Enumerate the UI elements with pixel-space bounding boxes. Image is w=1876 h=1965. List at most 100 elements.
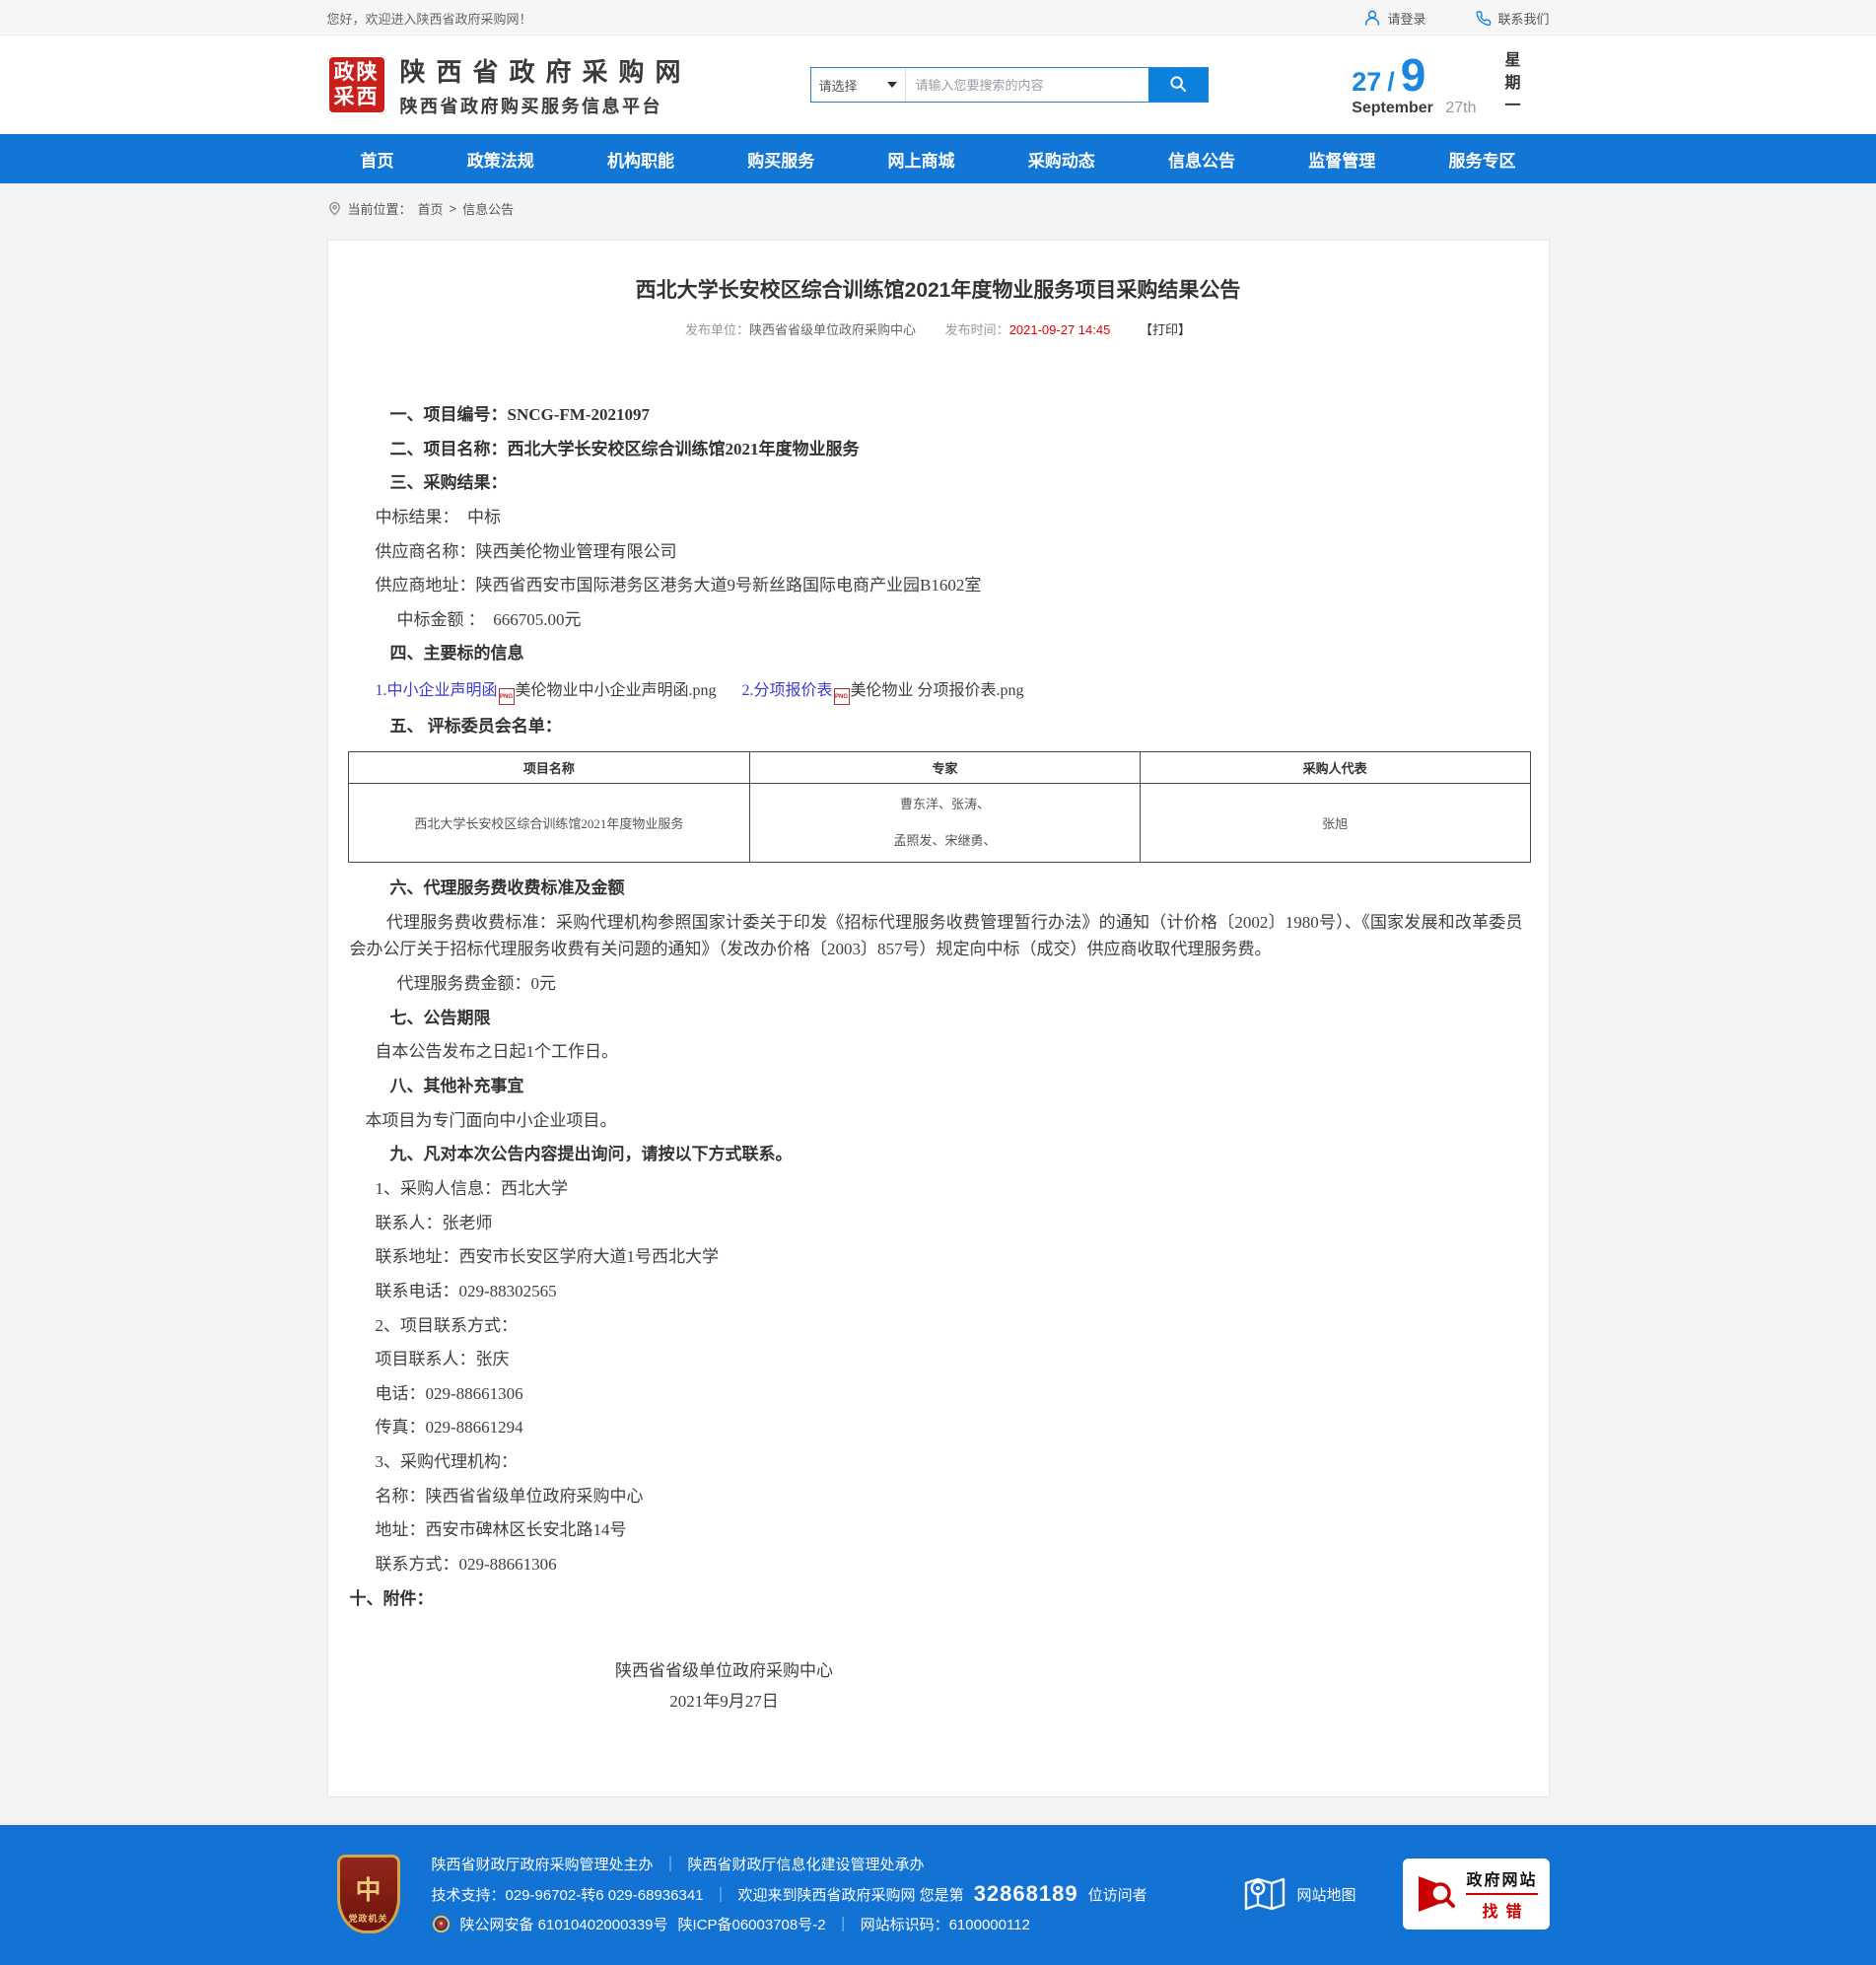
welcome-text: 您好，欢迎进入陕西省政府采购网！ [327,9,532,28]
main-nav: 首页 政策法规 机构职能 购买服务 网上商城 采购动态 信息公告 监督管理 服务… [0,134,1876,183]
logo-text-top: 政陕 [331,60,382,85]
footer-builder: 陕西省财政厅信息化建设管理处承办 [688,1854,925,1874]
phone-icon [1475,10,1492,27]
find-error-logo-icon [1415,1872,1456,1916]
article-text: 2、项目联系方式： [376,1314,1501,1339]
column-header-buyer-rep: 采购人代表 [1140,751,1530,783]
article-text: 传真：029-88661294 [376,1416,1501,1440]
sitemap-icon [1243,1875,1286,1913]
table-header-row: 项目名称 专家 采购人代表 [348,751,1530,783]
login-link[interactable]: 请登录 [1363,9,1425,28]
publish-time-value: 2021-09-27 14:45 [1009,322,1111,337]
footer-icp-record[interactable]: 陕ICP备06003708号-2 [677,1914,825,1934]
evaluation-committee-table: 项目名称 专家 采购人代表 西北大学长安校区综合训练馆2021年度物业服务 曹东… [348,751,1531,863]
nav-item-home[interactable]: 首页 [355,147,400,172]
attachment-1-number: 1. [376,682,387,699]
attachment-links: 1.中小企业声明函PNG美伦物业中小企业声明函.png2.分项报价表PNG美伦物… [376,676,1501,705]
signature-block: 陕西省省级单位政府采购中心 2021年9月27日 [376,1656,1074,1712]
nav-item-purchase-services[interactable]: 购买服务 [741,147,820,172]
nav-item-functions[interactable]: 机构职能 [601,147,680,172]
page-title: 西北大学长安校区综合训练馆2021年度物业服务项目采购结果公告 [328,274,1549,304]
date-month-number: 9 [1401,52,1426,98]
find-error-subtitle: 找错 [1466,1898,1537,1922]
police-emblem-icon [432,1915,451,1933]
publisher-label: 发布单位： [685,322,749,337]
contact-link[interactable]: 联系我们 [1475,9,1549,28]
png-file-icon: PNG [834,688,850,705]
date-day: 27 [1352,67,1381,98]
nav-item-announcements[interactable]: 信息公告 [1162,147,1241,172]
visitor-count: 32868189 [974,1881,1078,1907]
attachment-1-filename: 美伦物业中小企业声明函.png [516,682,717,699]
gov-site-error-report-badge[interactable]: 政府网站 找错 [1403,1859,1549,1930]
footer-text: 陕西省财政厅政府采购管理处主办 ｜ 陕西省财政厅信息化建设管理处承办 技术支持：… [432,1847,1147,1941]
experts-line-1: 曹东洋、张涛、 [750,786,1140,823]
topbar: 您好，欢迎进入陕西省政府采购网！ 请登录 联系我们 [0,0,1876,35]
site-logo: 政陕 采西 [327,55,386,114]
search-select-label: 请选择 [819,76,858,95]
article-heading: 九、凡对本次公告内容提出询问，请按以下方式联系。 [376,1143,1501,1167]
search-input[interactable] [906,68,1148,102]
logo-text-bottom: 采西 [331,85,382,109]
article-meta: 发布单位：陕西省省级单位政府采购中心 发布时间：2021-09-27 14:45… [328,319,1549,338]
date-month-name: September [1352,100,1433,116]
date-ordinal: 27th [1445,100,1476,116]
cell-project-name: 西北大学长安校区综合训练馆2021年度物业服务 [348,783,750,862]
nav-item-policies[interactable]: 政策法规 [461,147,540,172]
breadcrumb-separator: > [450,201,457,216]
header: 政陕 采西 陕西省政府采购网 陕西省政府购买服务信息平台 请选择 [0,35,1876,134]
footer-site-code: 网站标识码：6100000112 [861,1914,1030,1934]
page: 您好，欢迎进入陕西省政府采购网！ 请登录 联系我们 [0,0,1876,1965]
article-text: 联系方式：029-88661306 [376,1553,1501,1578]
article-text: 项目联系人：张庆 [376,1348,1501,1372]
sitemap-link[interactable]: 网站地图 [1243,1875,1355,1913]
attachment-1-link[interactable]: 中小企业声明函 [387,682,498,699]
article-heading: 十、附件： [350,1587,1501,1612]
article-text: 3、采购代理机构： [376,1450,1501,1475]
search-button[interactable] [1148,68,1208,102]
date-widget: 27 / 9 September 27th 星期一 [1352,51,1549,119]
breadcrumb-current: 信息公告 [462,199,514,218]
attachment-2-link[interactable]: 分项报价表 [754,682,833,699]
nav-item-online-mall[interactable]: 网上商城 [882,147,961,172]
article-text: 本项目为专门面向中小企业项目。 [366,1109,1501,1134]
article-text: 供应商名称：陕西美伦物业管理有限公司 [376,540,1501,565]
article-text: 中标金额 ： 666705.00元 [376,608,1501,633]
nav-item-service-zone[interactable]: 服务专区 [1443,147,1522,172]
article-text: 供应商地址：陕西省西安市国际港务区港务大道9号新丝路国际电商产业园B1602室 [376,574,1501,598]
attachment-2-filename: 美伦物业 分项报价表.png [851,682,1024,699]
shield-emblem-icon: 中 [355,1878,381,1904]
date-weekday: 星期一 [1502,51,1518,119]
footer: 中 党政机关 陕西省财政厅政府采购管理处主办 ｜ 陕西省财政厅信息化建设管理处承… [0,1825,1876,1965]
article-text: 地址：西安市碑林区长安北路14号 [376,1518,1501,1543]
article-heading: 三、采购结果： [376,471,1501,496]
breadcrumb-home-link[interactable]: 首页 [418,199,444,218]
article-heading: 六、代理服务费收费标准及金额 [376,877,1501,901]
signature-org: 陕西省省级单位政府采购中心 [376,1656,1074,1681]
article-text: 联系地址：西安市长安区学府大道1号西北大学 [376,1245,1501,1270]
party-government-badge: 中 党政机关 [337,1855,400,1933]
sitemap-label: 网站地图 [1296,1884,1355,1905]
search-category-select[interactable]: 请选择 [811,68,906,102]
cell-buyer-representative: 张旭 [1140,783,1530,862]
nav-item-procurement-news[interactable]: 采购动态 [1022,147,1101,172]
nav-item-supervision[interactable]: 监督管理 [1302,147,1381,172]
footer-security-record[interactable]: 陕公网安备 61010402000339号 [460,1914,668,1934]
article-text: 电话：029-88661306 [376,1382,1501,1407]
footer-tech-support: 技术支持：029-96702-转6 029-68936341 [432,1884,704,1905]
article-heading: 二、项目名称：西北大学长安校区综合训练馆2021年度物业服务 [376,438,1501,462]
search-icon [1168,74,1188,97]
footer-visitor-suffix: 位访问者 [1088,1884,1147,1905]
footer-welcome: 欢迎来到陕西省政府采购网 您是第 [738,1884,964,1905]
article-heading: 五、 评标委员会名单： [376,715,1501,739]
article-text: 代理服务费收费标准：采购代理机构参照国家计委关于印发《招标代理服务收费管理暂行办… [350,910,1523,962]
table-row: 西北大学长安校区综合训练馆2021年度物业服务 曹东洋、张涛、 孟照发、宋继勇、… [348,783,1530,862]
article-text: 代理服务费金额：0元 [376,972,1501,997]
print-button[interactable]: 【打印】 [1140,322,1191,337]
experts-line-2: 孟照发、宋继勇、 [750,822,1140,860]
article-text: 中标结果： 中标 [376,506,1501,530]
brand[interactable]: 政陕 采西 陕西省政府采购网 陕西省政府购买服务信息平台 [327,52,692,118]
find-error-title: 政府网站 [1466,1866,1537,1895]
location-pin-icon [327,201,342,216]
footer-host: 陕西省财政厅政府采购管理处主办 [432,1854,654,1874]
